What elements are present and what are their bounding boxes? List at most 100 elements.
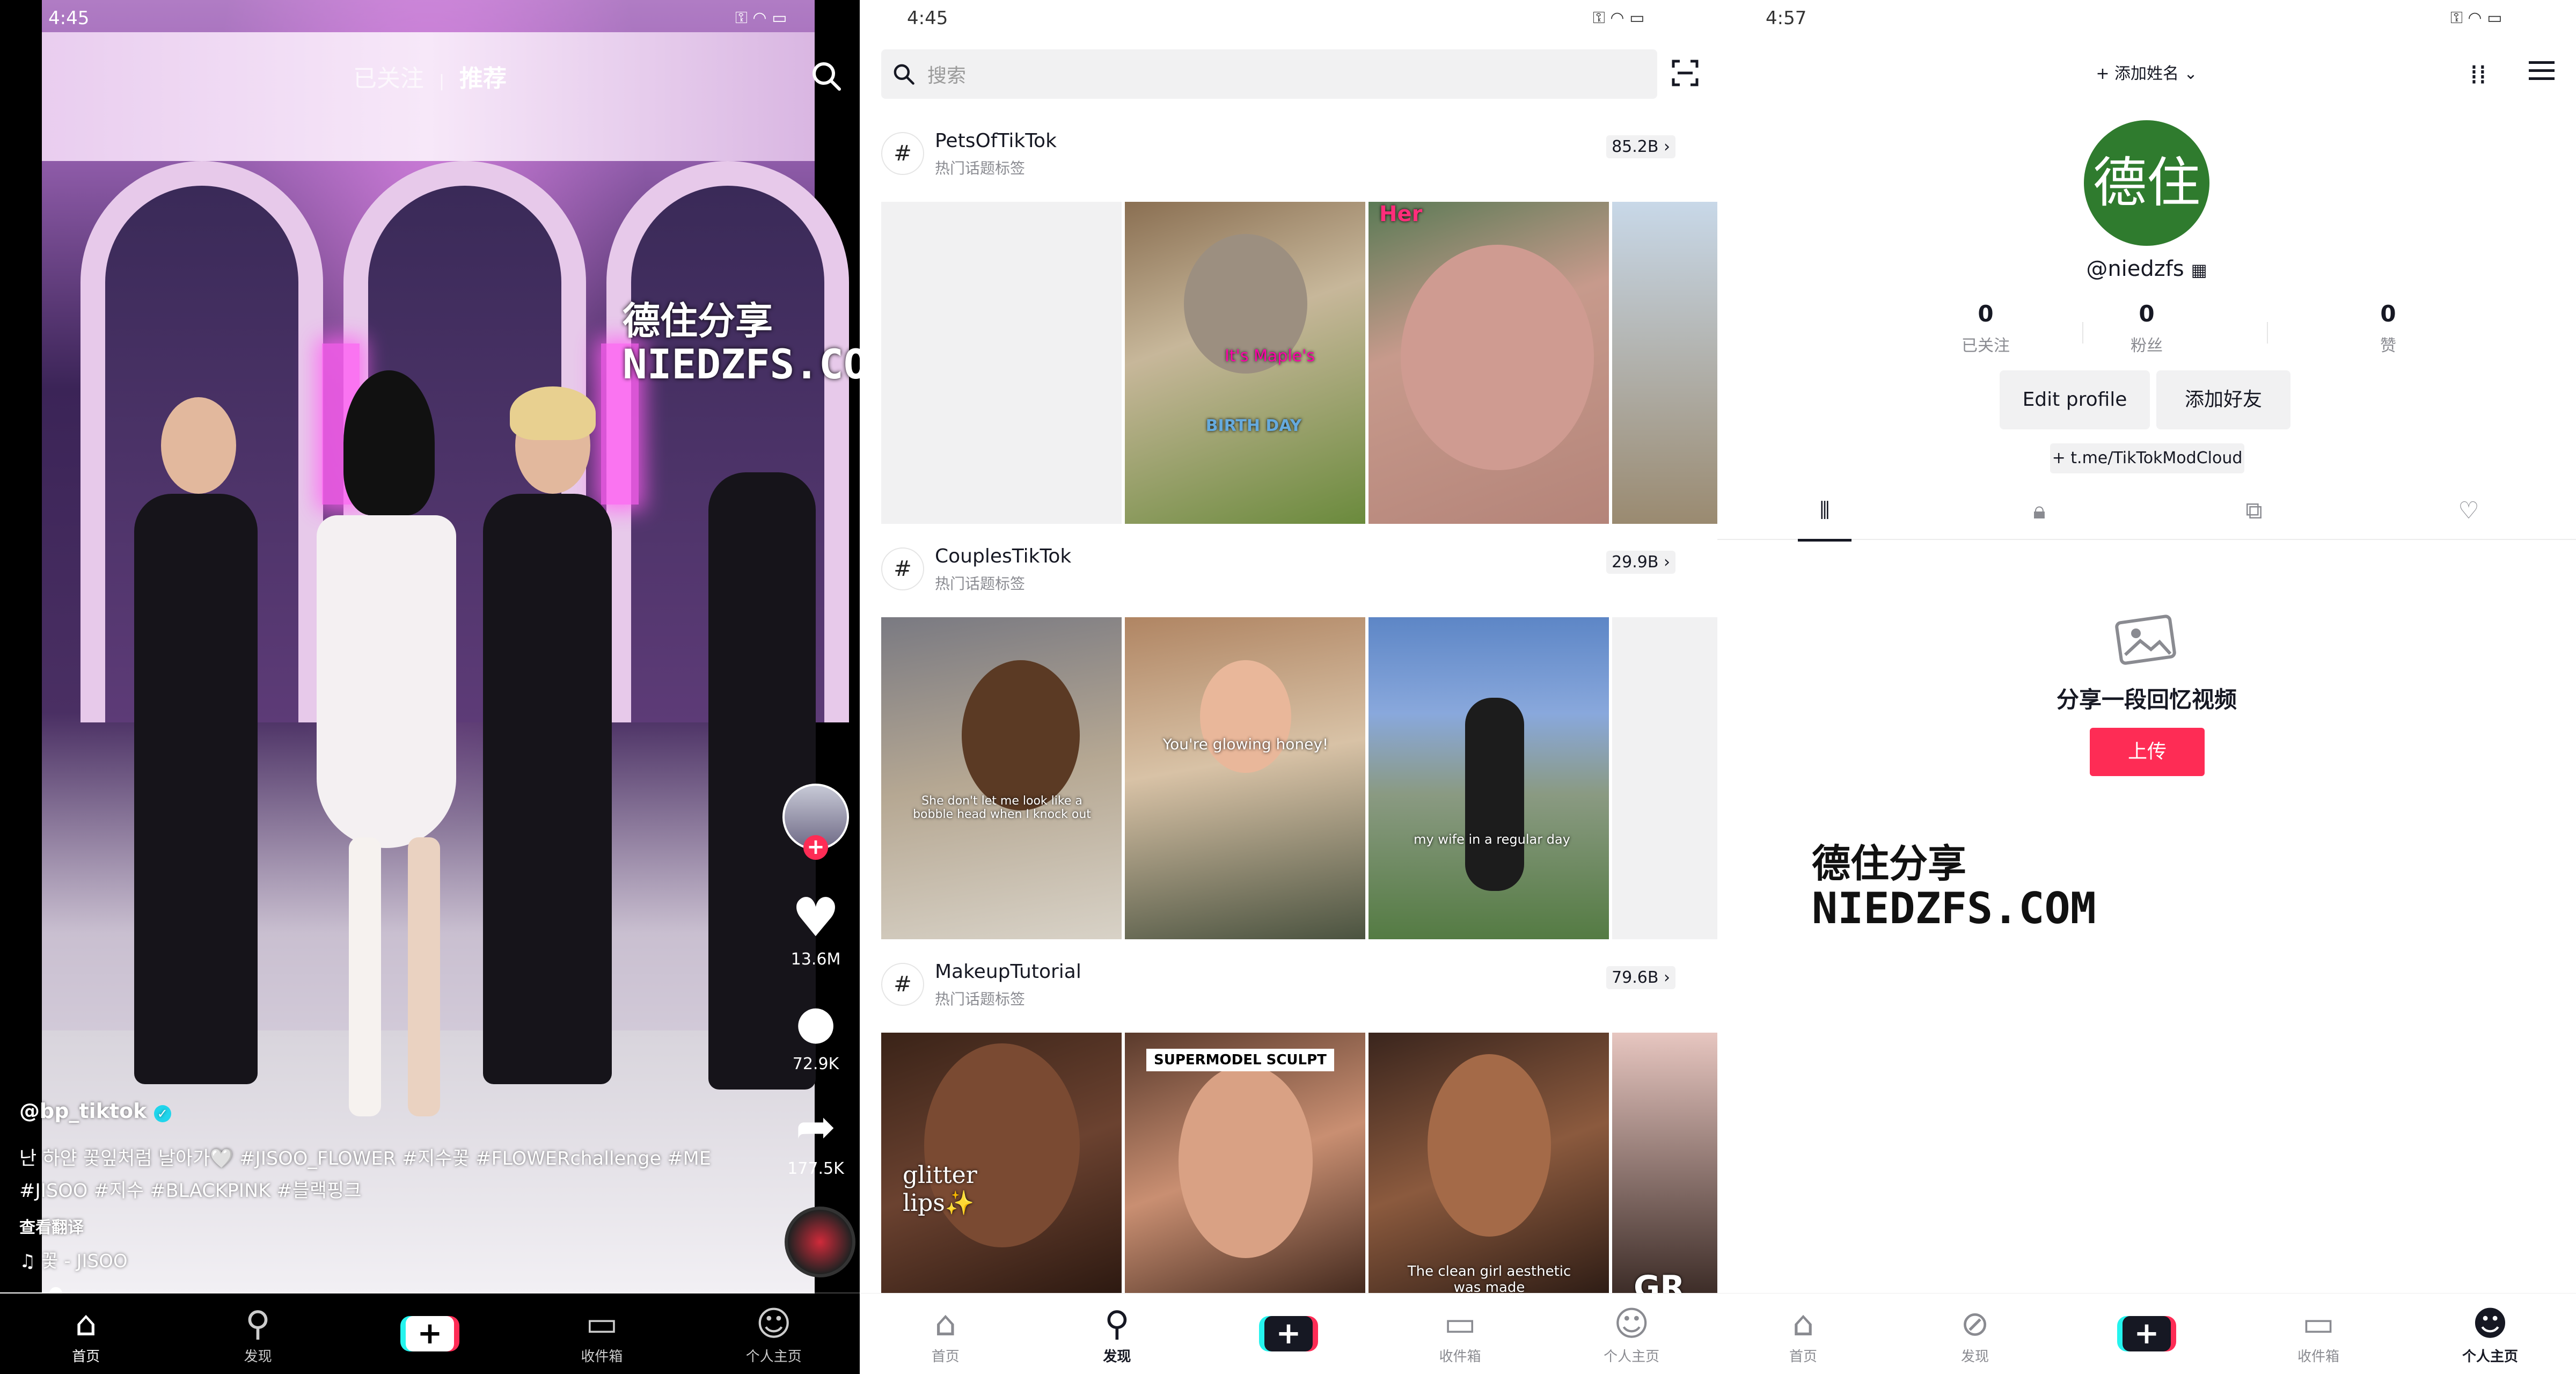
scan-icon[interactable]	[1671, 59, 1699, 87]
following-stat[interactable]: 0 已关注	[1905, 301, 2066, 356]
comment-button[interactable]: ● 72.9K	[773, 990, 859, 1073]
followers-stat[interactable]: 0 粉丝	[2066, 301, 2227, 356]
heart-icon: ♥	[792, 886, 840, 949]
sound-row[interactable]: ♫ 꽃 - JISOO	[19, 1246, 128, 1273]
handle-text: @niedzfs	[2086, 257, 2184, 281]
nav-home[interactable]: ⌂ 首页	[32, 1303, 140, 1365]
sound-name[interactable]: 꽃 - JISOO	[41, 1251, 127, 1272]
menu-icon[interactable]	[2528, 58, 2556, 86]
inbox-icon: ▭	[1444, 1304, 1476, 1344]
bio-link[interactable]: + t.me/TikTokModCloud	[2050, 443, 2244, 473]
nav-create[interactable]: +	[376, 1316, 484, 1351]
hashtag-row[interactable]: # MakeupTutorial 热门话题标签 79.6B ›	[881, 958, 1697, 1038]
hashtag-count[interactable]: 29.9B ›	[1606, 551, 1675, 574]
hashtag-title[interactable]: MakeupTutorial	[935, 961, 1081, 983]
bottom-nav: ⌂ 首页 ⚲ 发现 + ▭ 收件箱 ☺ 个人主页	[860, 1293, 1717, 1374]
video-author[interactable]: @bp_tiktok ✓	[19, 1099, 171, 1123]
chevron-down-icon: ⌄	[2184, 64, 2198, 83]
video-thumbnail[interactable]: You're glowing honey!	[1125, 617, 1365, 939]
create-button[interactable]: +	[1258, 1316, 1318, 1351]
video-thumbnail[interactable]: The clean girl aesthetic was made	[1368, 1033, 1609, 1298]
qr-code-icon[interactable]: ▦	[2191, 260, 2207, 280]
person-icon: ☺	[1613, 1304, 1650, 1344]
author-handle[interactable]: @bp_tiktok	[19, 1099, 147, 1123]
video-thumbnail[interactable]	[881, 202, 1122, 524]
hashtag-title[interactable]: CouplesTikTok	[935, 545, 1071, 567]
video-thumbnail[interactable]: Her	[1368, 202, 1609, 524]
like-button[interactable]: ♥ 13.6M	[773, 886, 859, 969]
nav-inbox[interactable]: ▭ 收件箱	[548, 1303, 655, 1365]
comment-icon: ●	[795, 996, 836, 1049]
footprints-icon[interactable]: ⁞⁞	[2470, 59, 2487, 90]
nav-inbox[interactable]: ▭ 收件箱	[1407, 1303, 1514, 1365]
video-thumbnail[interactable]: glitter lips✨	[881, 1033, 1122, 1298]
video-thumbnail[interactable]	[1612, 617, 1717, 939]
hashtag-subtitle: 热门话题标签	[935, 159, 1026, 177]
tab-videos-grid-icon[interactable]: ⦀	[1798, 483, 1851, 542]
bottom-nav: ⌂ 首页 ⊘ 发现 + ▭ 收件箱 ☻ 个人主页	[1717, 1293, 2576, 1374]
avatar[interactable]: 德住	[2084, 120, 2209, 246]
tab-reposts-icon[interactable]: ⧉	[2227, 483, 2281, 539]
watermark-line1: 德住分享	[1812, 841, 1967, 886]
nav-home[interactable]: ⌂ 首页	[892, 1303, 999, 1365]
edit-profile-button[interactable]: Edit profile	[2000, 370, 2150, 429]
share-button[interactable]: ➦ 177.5K	[773, 1095, 859, 1178]
tab-liked-heart-icon[interactable]: ♡	[2442, 483, 2496, 539]
video-thumbnail[interactable]: She don't let me look like a bobble head…	[881, 617, 1122, 939]
tab-following[interactable]: 已关注	[353, 65, 424, 92]
nav-home-label: 首页	[931, 1348, 960, 1365]
thumbnail-caption: It's Maple's	[1224, 347, 1315, 366]
hashtag-row[interactable]: # CouplesTikTok 热门话题标签 29.9B ›	[881, 542, 1697, 623]
video-thumbnail[interactable]: GR	[1612, 1033, 1717, 1298]
nav-discover[interactable]: ⚲ 发现	[204, 1303, 312, 1365]
create-button[interactable]: +	[2117, 1316, 2176, 1351]
search-icon: ⚲	[1104, 1304, 1130, 1344]
tab-divider: |	[438, 72, 445, 91]
profile-panel: 4:57 ⚿ ◠ ▭ + 添加姓名 ⌄ ⁞⁞ 德住 @niedzfs ▦ 0 已…	[1717, 0, 2576, 1374]
tab-for-you[interactable]: 推荐	[459, 65, 507, 92]
nav-discover[interactable]: ⊘ 发现	[1921, 1303, 2029, 1365]
create-button[interactable]: +	[400, 1316, 459, 1351]
search-input[interactable]: 搜索	[881, 49, 1657, 99]
nav-inbox-label: 收件箱	[1439, 1348, 1481, 1365]
nav-profile[interactable]: ☺ 个人主页	[1578, 1303, 1685, 1365]
video-thumbnail[interactable]: my wife in a regular day	[1368, 617, 1609, 939]
nav-create[interactable]: +	[2093, 1316, 2200, 1351]
plus-icon: +	[2123, 1316, 2171, 1351]
video-thumbnail[interactable]	[1612, 202, 1717, 524]
watermark: 德住分享 NIEDZFS.COM	[1812, 841, 2096, 932]
hashtag-row[interactable]: # PetsOfTikTok 热门话题标签 85.2B ›	[881, 127, 1697, 207]
likes-stat[interactable]: 0 赞	[2308, 301, 2469, 356]
nav-create[interactable]: +	[1235, 1316, 1342, 1351]
nav-inbox[interactable]: ▭ 收件箱	[2265, 1303, 2372, 1365]
creator-avatar[interactable]: +	[773, 784, 859, 860]
hashtag-title[interactable]: PetsOfTikTok	[935, 130, 1057, 152]
watermark: 德住分享 NIEDZFS.COM	[623, 301, 860, 387]
hashtag-count[interactable]: 79.6B ›	[1606, 966, 1675, 989]
status-time: 4:45	[48, 8, 90, 29]
hashtag-subtitle: 热门话题标签	[935, 990, 1026, 1008]
caption-line2: #JISOO #지수 #BLACKPINK #블랙핑크	[19, 1180, 362, 1202]
add-friends-button[interactable]: 添加好友	[2156, 370, 2290, 429]
thumbnail-caption: SUPERMODEL SCULPT	[1146, 1049, 1334, 1071]
nav-profile-label: 个人主页	[745, 1348, 802, 1365]
add-name-button[interactable]: + 添加姓名 ⌄	[1717, 60, 2576, 84]
image-placeholder-icon	[2114, 612, 2179, 668]
tab-private-lock-icon[interactable]: 🔒︎	[2012, 483, 2066, 539]
nav-profile[interactable]: ☻ 个人主页	[2436, 1303, 2544, 1365]
search-icon[interactable]	[810, 60, 843, 94]
nav-profile[interactable]: ☺ 个人主页	[720, 1303, 828, 1365]
sound-disc-icon[interactable]	[785, 1207, 855, 1277]
follow-plus-icon[interactable]: +	[803, 835, 828, 860]
translate-link[interactable]: 查看翻译	[19, 1214, 84, 1238]
video-thumbnail[interactable]: It's Maple's BIRTH DAY	[1125, 202, 1365, 524]
upload-button[interactable]: 上传	[2090, 728, 2205, 776]
nav-home[interactable]: ⌂ 首页	[1750, 1303, 1857, 1365]
nav-discover[interactable]: ⚲ 发现	[1063, 1303, 1170, 1365]
following-label: 已关注	[1962, 337, 2010, 355]
hashtag-icon: #	[881, 132, 924, 175]
hashtag-count[interactable]: 85.2B ›	[1606, 135, 1675, 158]
video-thumbnail[interactable]: SUPERMODEL SCULPT	[1125, 1033, 1365, 1298]
hashtag-icon: #	[881, 963, 924, 1006]
verified-badge-icon: ✓	[153, 1105, 171, 1122]
